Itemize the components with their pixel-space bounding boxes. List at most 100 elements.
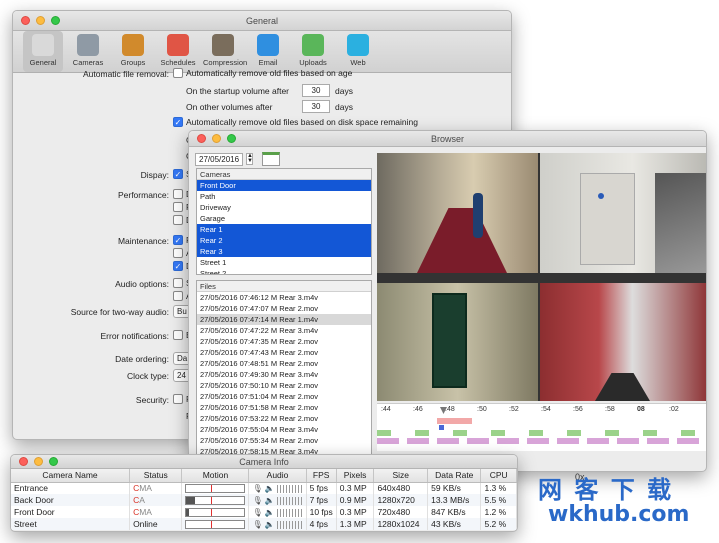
camera-list-item[interactable]: Rear 1 xyxy=(197,224,371,235)
error-notifications-label: Error notifications: xyxy=(100,331,170,341)
camera-info-zoom-button[interactable] xyxy=(49,457,58,466)
camera-status: CMA xyxy=(129,506,183,518)
camera-list-item[interactable]: Rear 3 xyxy=(197,246,371,257)
speaker-icon[interactable]: 🔈 xyxy=(265,496,275,505)
browser-close-button[interactable] xyxy=(197,134,206,143)
camera-info-row[interactable]: Entrance CMA 🎙 🔈 5 fps 0.3 MP 640x480 59 KB/s 1.… xyxy=(11,482,517,494)
camera-info-row[interactable]: Street Online 🎙 🔈 4 fps 1.3 MP 1280x1024 43 KB/… xyxy=(11,518,517,530)
speaker-icon[interactable]: 🔈 xyxy=(265,484,275,493)
toolbar-item-general[interactable]: General xyxy=(23,31,63,72)
camera-name: Entrance xyxy=(11,482,131,494)
date-field[interactable]: 27/05/2016 xyxy=(195,152,244,166)
file-list-item[interactable]: 27/05/2016 07:51:58 M Rear 2.mov xyxy=(197,402,371,413)
camera-list-item[interactable]: Street 2 xyxy=(197,268,371,274)
remove-by-age-checkbox[interactable] xyxy=(173,68,183,78)
file-list-item[interactable]: 27/05/2016 07:55:34 M Rear 2.mov xyxy=(197,435,371,446)
minimize-button[interactable] xyxy=(36,16,45,25)
file-list-item[interactable]: 27/05/2016 07:47:35 M Rear 2.mov xyxy=(197,336,371,347)
remove-by-disk-checkbox[interactable] xyxy=(173,117,183,127)
display-checkbox[interactable] xyxy=(173,169,183,179)
toolbar-item-schedules[interactable]: Schedules xyxy=(158,31,198,72)
video-corridor[interactable] xyxy=(540,283,706,401)
camera-list-item[interactable]: Street 1 xyxy=(197,257,371,268)
motion-threshold xyxy=(210,521,212,529)
startup-days-input[interactable]: 30 xyxy=(302,84,330,97)
camera-list-item[interactable]: Driveway xyxy=(197,202,371,213)
audio-checkbox-1[interactable] xyxy=(173,278,183,288)
file-list-item[interactable]: 27/05/2016 07:48:51 M Rear 2.mov xyxy=(197,358,371,369)
file-list-item[interactable]: 27/05/2016 07:47:43 M Rear 2.mov xyxy=(197,347,371,358)
remove-by-disk-row[interactable]: Automatically remove old files based on … xyxy=(173,117,418,127)
toolbar-item-groups[interactable]: Groups xyxy=(113,31,153,72)
column-header-audio[interactable]: Audio xyxy=(248,469,307,483)
camera-fps: 4 fps xyxy=(306,518,337,530)
browser-zoom-button[interactable] xyxy=(227,134,236,143)
camera-list-item[interactable]: Rear 2 xyxy=(197,235,371,246)
camera-list-item[interactable]: Front Door xyxy=(197,180,371,191)
video-hallway[interactable] xyxy=(377,153,538,273)
file-list-item[interactable]: 27/05/2016 07:46:12 M Rear 3.m4v xyxy=(197,292,371,303)
file-list-item[interactable]: 27/05/2016 07:47:22 M Rear 3.m4v xyxy=(197,325,371,336)
cameras-list[interactable]: Cameras Front Door Path Driveway Garage Rear … xyxy=(196,168,372,275)
microphone-icon[interactable]: 🎙 xyxy=(252,496,262,505)
column-header-motion[interactable]: Motion xyxy=(181,469,250,483)
speaker-icon[interactable]: 🔈 xyxy=(265,520,275,529)
toolbar-item-web[interactable]: Web xyxy=(338,31,378,72)
audio-level-bars xyxy=(276,508,303,517)
date-stepper[interactable]: ▲ ▼ xyxy=(246,153,254,165)
maintenance-checkbox-1[interactable] xyxy=(173,235,183,245)
browser-minimize-button[interactable] xyxy=(212,134,221,143)
file-list-item[interactable]: 27/05/2016 07:55:04 M Rear 3.m4v xyxy=(197,424,371,435)
file-list-item[interactable]: 27/05/2016 07:50:10 M Rear 2.mov xyxy=(197,380,371,391)
groups-icon xyxy=(122,34,144,56)
maintenance-checkbox-2[interactable] xyxy=(173,248,183,258)
zoom-button[interactable] xyxy=(51,16,60,25)
column-header-fps[interactable]: FPS xyxy=(306,469,337,483)
video-doorway[interactable] xyxy=(377,283,538,401)
close-button[interactable] xyxy=(21,16,30,25)
other-days-input[interactable]: 30 xyxy=(302,100,330,113)
camera-info-window-controls xyxy=(19,457,58,466)
column-header-size[interactable]: Size xyxy=(373,469,429,483)
file-list-item[interactable]: 27/05/2016 07:47:14 M Rear 1.m4v xyxy=(197,314,371,325)
camera-list-item[interactable]: Path xyxy=(197,191,371,202)
column-header-data-rate[interactable]: Data Rate xyxy=(427,469,482,483)
microphone-icon[interactable]: 🎙 xyxy=(252,508,262,517)
remove-by-age-row[interactable]: Automatically remove old files based on … xyxy=(173,68,352,78)
toolbar-item-uploads[interactable]: Uploads xyxy=(293,31,333,72)
camera-info-minimize-button[interactable] xyxy=(34,457,43,466)
toolbar-item-compression[interactable]: Compression xyxy=(203,31,247,72)
file-list-item[interactable]: 27/05/2016 07:51:04 M Rear 2.mov xyxy=(197,391,371,402)
calendar-icon[interactable] xyxy=(262,152,281,166)
timeline-tick-label: :44 xyxy=(381,406,391,413)
camera-info-row[interactable]: Back Door CA 🎙 🔈 7 fps 0.9 MP 1280x720 13.3 MB/… xyxy=(11,494,517,506)
camera-list-item[interactable]: Garage xyxy=(197,213,371,224)
toolbar-item-email[interactable]: Email xyxy=(248,31,288,72)
microphone-icon[interactable]: 🎙 xyxy=(252,484,262,493)
performance-checkbox-1[interactable] xyxy=(173,189,183,199)
days-label-1: days xyxy=(335,85,353,96)
timeline[interactable]: :44:46:48:50:52:54:56:58 08:02 xyxy=(377,403,706,451)
error-checkbox[interactable] xyxy=(173,330,183,340)
security-checkbox[interactable] xyxy=(173,394,183,404)
microphone-icon[interactable]: 🎙 xyxy=(252,520,262,529)
files-list[interactable]: Files 27/05/2016 07:46:12 M Rear 3.m4v 27/… xyxy=(196,280,372,458)
speaker-icon[interactable]: 🔈 xyxy=(265,508,275,517)
column-header-pixels[interactable]: Pixels xyxy=(336,469,375,483)
toolbar-item-cameras[interactable]: Cameras xyxy=(68,31,108,72)
camera-info-row[interactable]: Front Door CMA 🎙 🔈 10 fps 0.3 MP 720x480 847 KB… xyxy=(11,506,517,518)
performance-checkbox-3[interactable] xyxy=(173,215,183,225)
audio-checkbox-2[interactable] xyxy=(173,291,183,301)
file-list-item[interactable]: 27/05/2016 07:53:22 M Rear 2.mov xyxy=(197,413,371,424)
file-list-item[interactable]: 27/05/2016 07:49:30 M Rear 3.m4v xyxy=(197,369,371,380)
column-header-status[interactable]: Status xyxy=(129,469,183,483)
camera-name: Front Door xyxy=(11,506,131,518)
column-header-cpu[interactable]: CPU xyxy=(480,469,517,483)
file-list-item[interactable]: 27/05/2016 07:47:07 M Rear 2.mov xyxy=(197,303,371,314)
column-header-camera-name[interactable]: Camera Name xyxy=(11,469,131,483)
video-stairwell[interactable] xyxy=(540,153,706,273)
camera-info-close-button[interactable] xyxy=(19,457,28,466)
maintenance-checkbox-3[interactable] xyxy=(173,261,183,271)
performance-checkbox-2[interactable] xyxy=(173,202,183,212)
browser-window-controls xyxy=(197,134,236,143)
